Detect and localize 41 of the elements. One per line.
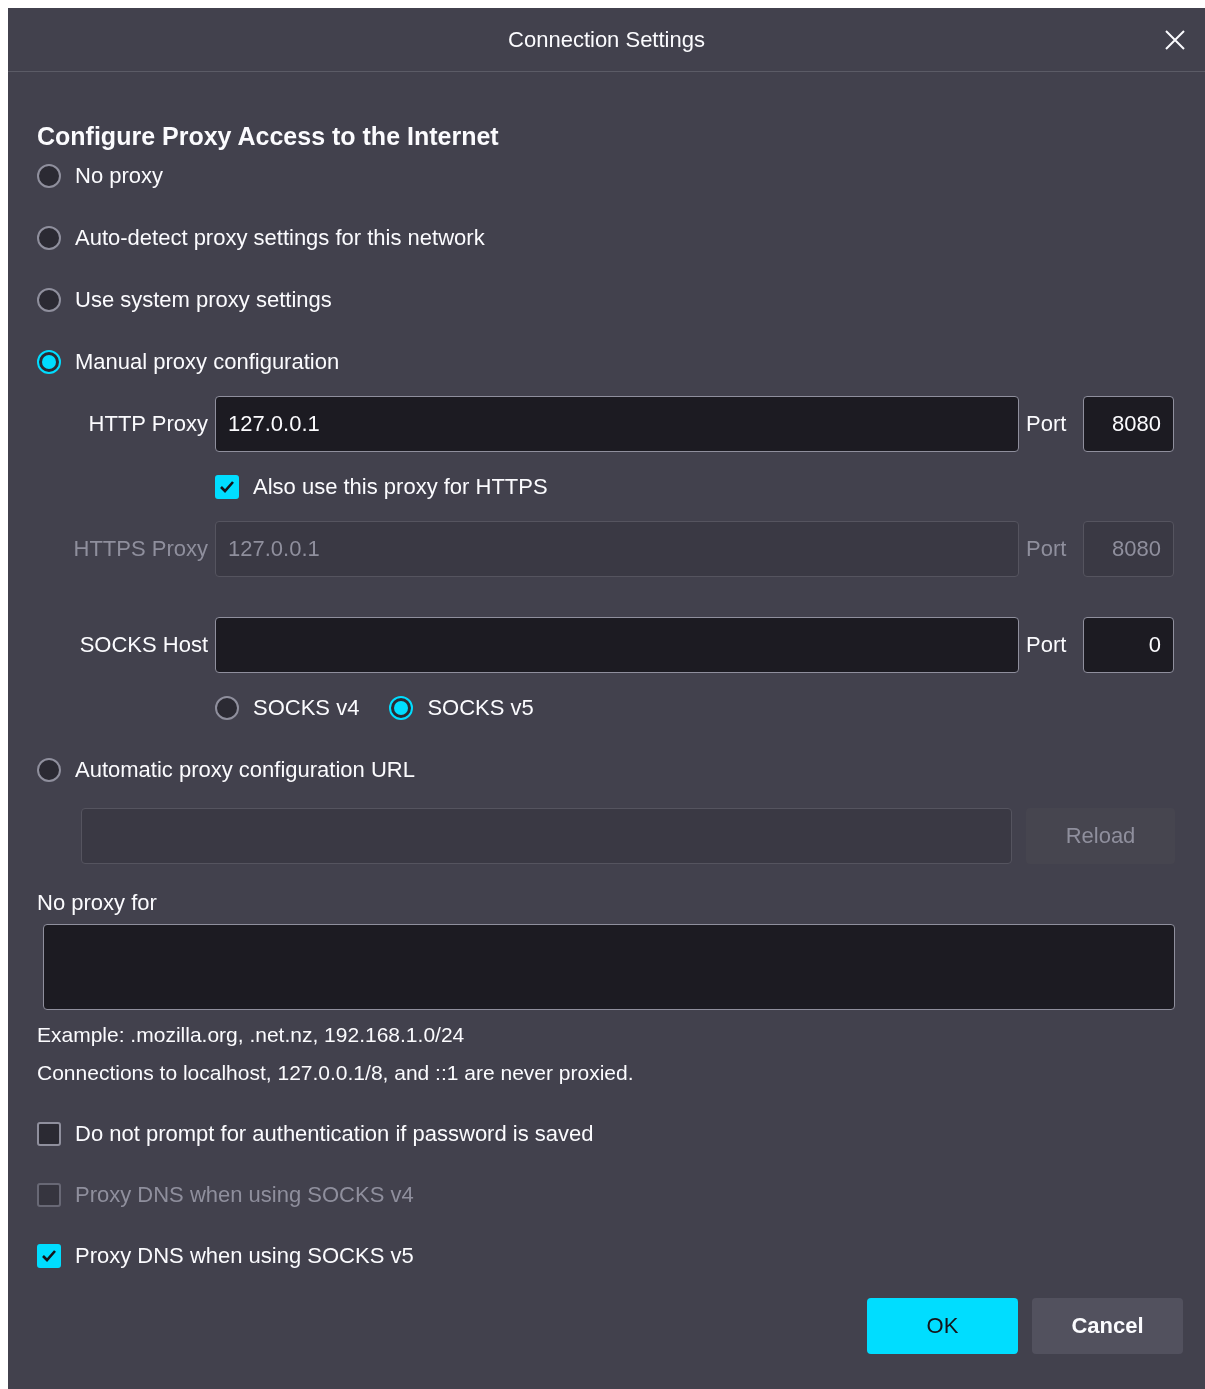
radio-button[interactable] — [37, 350, 61, 374]
radio-button[interactable] — [37, 288, 61, 312]
radio-label[interactable]: Manual proxy configuration — [75, 349, 340, 375]
field-label: HTTP Proxy — [87, 411, 208, 437]
text-area[interactable] — [43, 924, 1175, 1010]
radio-label[interactable]: Automatic proxy configuration URL — [75, 757, 415, 783]
section-heading: Configure Proxy Access to the Internet — [37, 121, 500, 152]
ok-button[interactable]: OK — [867, 1298, 1018, 1354]
host-field[interactable] — [215, 617, 1019, 673]
port-field[interactable]: 0 — [1083, 617, 1174, 673]
hint-text: Example: .mozilla.org, .net.nz, 192.168.1.0/24 — [37, 1023, 465, 1046]
checkbox-label[interactable]: Proxy DNS when using SOCKS v5 — [75, 1243, 414, 1269]
checkbox-label[interactable]: Also use this proxy for HTTPS — [253, 474, 548, 500]
radio-label[interactable]: Use system proxy settings — [75, 287, 332, 313]
radio-label[interactable]: SOCKS v5 — [427, 695, 534, 721]
checkbox-label[interactable]: Do not prompt for authentication if password is saved — [75, 1121, 594, 1147]
radio-button[interactable] — [37, 164, 61, 188]
port-label: Port — [1026, 536, 1068, 562]
radio-button[interactable] — [37, 226, 61, 250]
checkbox[interactable] — [37, 1122, 61, 1146]
port-label: Port — [1026, 632, 1068, 658]
close-icon[interactable] — [1163, 28, 1187, 52]
hint-text: Connections to localhost, 127.0.0.1/8, and ::1 are never proxied. — [37, 1061, 634, 1084]
field-label: HTTPS Proxy — [72, 536, 208, 562]
radio-label[interactable]: SOCKS v4 — [253, 695, 360, 721]
cancel-button[interactable]: Cancel — [1032, 1298, 1183, 1354]
field-label: SOCKS Host — [78, 632, 208, 658]
radio-button[interactable] — [37, 758, 61, 782]
checkbox[interactable] — [37, 1244, 61, 1268]
checkmark-icon — [219, 480, 235, 494]
radio-button[interactable] — [389, 696, 414, 720]
port-label: Port — [1026, 411, 1068, 437]
checkbox[interactable] — [215, 475, 239, 499]
radio-button[interactable] — [215, 696, 239, 720]
port-field[interactable]: 8080 — [1083, 396, 1174, 452]
dialog-title: Connection Settings — [508, 26, 705, 53]
radio-label[interactable]: No proxy — [75, 163, 164, 189]
checkmark-icon — [41, 1249, 57, 1263]
host-field[interactable]: 127.0.0.1 — [215, 396, 1019, 452]
field-label: No proxy for — [37, 890, 157, 915]
radio-label[interactable]: Auto-detect proxy settings for this network — [75, 225, 485, 251]
